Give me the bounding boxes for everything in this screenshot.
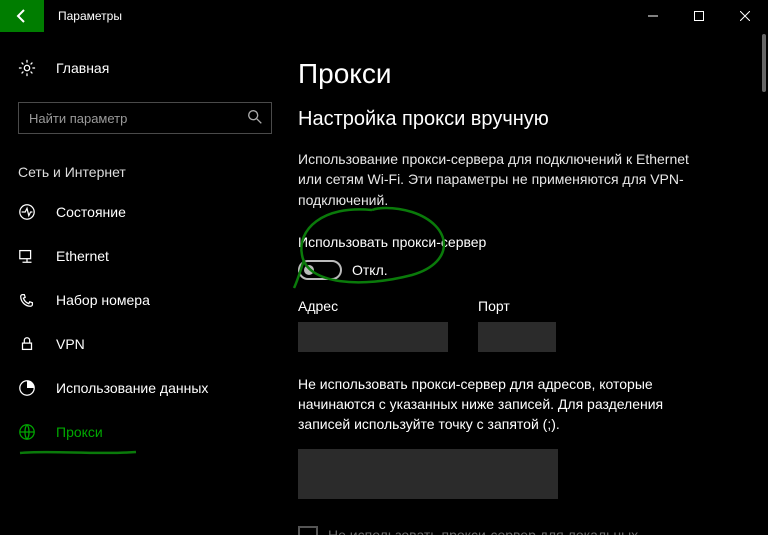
ethernet-icon <box>18 247 36 265</box>
sidebar-item-label: Набор номера <box>56 292 150 308</box>
use-proxy-toggle-label: Использовать прокси-сервер <box>298 234 748 250</box>
data-usage-icon <box>18 379 36 397</box>
sidebar-item-ethernet[interactable]: Ethernet <box>0 234 290 278</box>
scrollbar-thumb[interactable] <box>762 34 766 92</box>
minimize-icon <box>648 11 658 21</box>
section-title: Настройка прокси вручную <box>298 108 748 131</box>
port-label: Порт <box>478 298 556 314</box>
sidebar: Главная Сеть и Интернет Состояние Ethern… <box>0 32 290 535</box>
back-arrow-icon <box>14 8 30 24</box>
address-input[interactable] <box>298 322 448 352</box>
sidebar-item-label: Ethernet <box>56 248 109 264</box>
sidebar-item-dialup[interactable]: Набор номера <box>0 278 290 322</box>
maximize-icon <box>694 11 704 21</box>
vpn-icon <box>18 335 36 353</box>
address-label: Адрес <box>298 298 448 314</box>
toggle-knob <box>304 265 314 275</box>
back-button[interactable] <box>0 0 44 32</box>
local-addresses-checkbox[interactable] <box>298 526 318 535</box>
window-title: Параметры <box>58 9 630 23</box>
close-icon <box>740 11 750 21</box>
home-label: Главная <box>56 60 109 76</box>
sidebar-item-data-usage[interactable]: Использование данных <box>0 366 290 410</box>
local-addresses-checkbox-label: Не использовать прокси-сервер для локаль… <box>328 526 688 535</box>
port-input[interactable] <box>478 322 556 352</box>
sidebar-item-label: Состояние <box>56 204 126 220</box>
search-container <box>18 102 272 134</box>
exceptions-note: Не использовать прокси-сервер для адресо… <box>298 374 718 435</box>
status-icon <box>18 203 36 221</box>
minimize-button[interactable] <box>630 0 676 32</box>
sidebar-item-label: Использование данных <box>56 380 208 396</box>
sidebar-item-label: VPN <box>56 336 85 352</box>
close-button[interactable] <box>722 0 768 32</box>
section-description: Использование прокси-сервера для подключ… <box>298 149 708 210</box>
sidebar-item-proxy[interactable]: Прокси <box>0 410 290 454</box>
maximize-button[interactable] <box>676 0 722 32</box>
sidebar-category-header: Сеть и Интернет <box>0 164 290 180</box>
use-proxy-toggle[interactable] <box>298 260 342 280</box>
sidebar-item-vpn[interactable]: VPN <box>0 322 290 366</box>
proxy-icon <box>18 423 36 441</box>
page-title: Прокси <box>298 58 748 90</box>
gear-icon <box>18 59 36 77</box>
dialup-icon <box>18 291 36 309</box>
sidebar-item-status[interactable]: Состояние <box>0 190 290 234</box>
main-content: Прокси Настройка прокси вручную Использо… <box>290 32 768 535</box>
search-input[interactable] <box>18 102 272 134</box>
home-button[interactable]: Главная <box>0 48 290 88</box>
use-proxy-toggle-state: Откл. <box>352 262 388 278</box>
exceptions-input[interactable] <box>298 449 558 499</box>
search-icon <box>246 108 264 126</box>
sidebar-item-label: Прокси <box>56 424 103 440</box>
